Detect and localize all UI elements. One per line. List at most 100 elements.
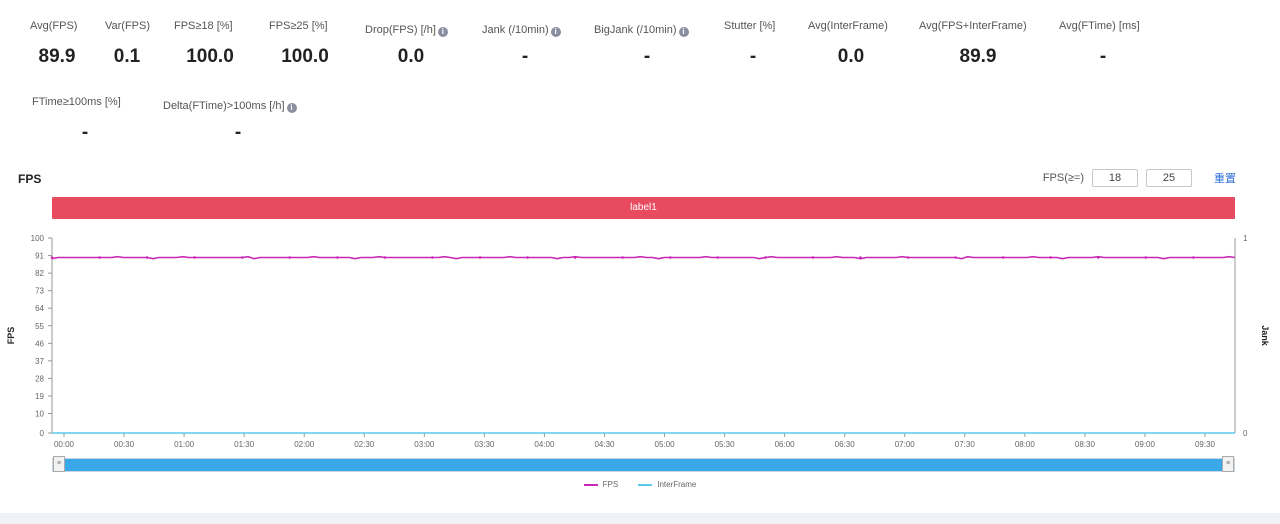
x-tick-label: 06:00: [775, 440, 796, 449]
stat-label: Var(FPS): [105, 20, 151, 32]
series-fps-point: [1096, 256, 1100, 259]
row1-stat-10: Avg(FTime) [ms] -: [1059, 20, 1140, 67]
series-fps-point: [859, 256, 862, 259]
x-tick-label: 09:00: [1135, 440, 1156, 449]
y-tick-label: 64: [35, 304, 44, 313]
stat-label: FTime≥100ms [%]: [32, 96, 121, 108]
row1-stat-2: FPS≥18 [%] 100.0: [174, 20, 234, 67]
series-fps-point: [193, 256, 196, 259]
series-fps-line: [51, 255, 1236, 260]
y-tick-label: 37: [35, 357, 44, 366]
y-axis-label: FPS: [6, 327, 16, 345]
series-fps-point: [668, 256, 672, 259]
stats-row-2: FTime≥100ms [%] - Delta(FTime)>100ms [/h] i…: [0, 96, 1280, 156]
series-fps-point: [716, 256, 720, 259]
stat-label: Stutter [%]: [724, 20, 776, 32]
stat-label: FPS≥25 [%]: [269, 20, 328, 32]
series-fps-point: [145, 256, 149, 259]
stat-value: -: [749, 46, 757, 67]
stat-value: -: [81, 122, 89, 143]
x-tick-label: 05:00: [655, 440, 676, 449]
row2-stat-0: FTime≥100ms [%] -: [32, 96, 121, 143]
row1-stat-5: Jank (/10min) i -: [482, 20, 561, 67]
series-fps-point: [954, 256, 957, 259]
legend-item-fps[interactable]: FPS: [583, 480, 619, 489]
legend-swatch-fps: [583, 483, 598, 486]
stat-value: 89.9: [38, 46, 76, 67]
x-tick-label: 05:30: [715, 440, 736, 449]
row1-stat-6: BigJank (/10min) i -: [594, 20, 689, 67]
series-fps-point: [764, 256, 767, 259]
series-fps-point: [288, 256, 292, 259]
x-tick-label: 06:30: [835, 440, 856, 449]
legend-swatch-interframe: [638, 483, 653, 486]
y-tick-label: 0: [40, 429, 45, 438]
stat-label: Drop(FPS) [/h]: [365, 24, 436, 36]
info-icon[interactable]: i: [286, 103, 297, 113]
footer-band: [0, 513, 1280, 524]
x-tick-label: 01:00: [174, 440, 195, 449]
series-fps-point: [98, 256, 101, 259]
x-tick-label: 02:30: [354, 440, 375, 449]
stat-label: Avg(FPS): [30, 20, 78, 32]
label-bar[interactable]: label1: [52, 197, 1235, 219]
series-fps-point: [240, 256, 244, 259]
zoom-slider-left-handle[interactable]: ≡: [53, 456, 65, 472]
stat-value: -: [521, 46, 529, 67]
legend-label-interframe: InterFrame: [657, 480, 697, 489]
x-tick-label: 03:30: [474, 440, 495, 449]
chart-legend: FPS InterFrame: [0, 480, 1280, 489]
series-fps-point: [573, 256, 577, 259]
x-tick-label: 04:00: [534, 440, 555, 449]
info-icon[interactable]: i: [550, 27, 561, 37]
threshold-input-2[interactable]: [1146, 169, 1192, 187]
zoom-slider[interactable]: [52, 458, 1235, 472]
reset-link[interactable]: 重置: [1214, 170, 1236, 186]
info-icon[interactable]: i: [678, 27, 689, 37]
series-fps-point: [621, 256, 624, 259]
y-tick-label: 91: [35, 252, 44, 261]
stat-label: Delta(FTime)>100ms [/h]: [163, 100, 285, 112]
series-fps-point: [906, 256, 910, 259]
x-tick-label: 00:00: [54, 440, 75, 449]
stat-value: 0.1: [113, 46, 141, 67]
y-tick-label: 82: [35, 269, 44, 278]
legend-item-interframe[interactable]: InterFrame: [638, 480, 696, 489]
x-tick-label: 08:30: [1075, 440, 1096, 449]
y-tick-label: 10: [35, 410, 44, 419]
series-fps-point: [811, 256, 815, 259]
zoom-slider-right-handle[interactable]: ≡: [1222, 456, 1234, 472]
x-tick-label: 00:30: [114, 440, 135, 449]
x-tick-label: 02:00: [294, 440, 315, 449]
stat-value: 0.0: [397, 46, 425, 67]
row1-stat-4: Drop(FPS) [/h] i 0.0: [365, 20, 448, 67]
x-tick-label: 03:00: [414, 440, 435, 449]
x-tick-label: 07:00: [895, 440, 916, 449]
stat-value: 100.0: [281, 46, 329, 67]
row1-stat-0: Avg(FPS) 89.9: [30, 20, 78, 67]
x-tick-label: 07:30: [955, 440, 976, 449]
stat-label: Avg(FTime) [ms]: [1059, 20, 1140, 32]
threshold-label: FPS(≥=): [1042, 172, 1084, 184]
series-fps-point: [50, 256, 54, 259]
series-fps-point: [478, 256, 482, 259]
stats-row-1: Avg(FPS) 89.9 Var(FPS) 0.1 FPS≥18 [%] 100.0 FP…: [0, 20, 1280, 80]
legend-label-fps: FPS: [602, 480, 619, 489]
row1-stat-8: Avg(InterFrame) 0.0: [808, 20, 888, 67]
series-fps-point: [1049, 256, 1053, 259]
threshold-input-1[interactable]: [1092, 169, 1138, 187]
y-tick-label: 73: [35, 287, 44, 296]
y2-tick-label: 1: [1243, 234, 1248, 243]
stat-value: -: [1099, 46, 1107, 67]
y2-axis-label: Jank: [1260, 325, 1270, 347]
y2-tick-label: 0: [1243, 429, 1248, 438]
y-tick-label: 46: [35, 339, 44, 348]
row1-stat-3: FPS≥25 [%] 100.0: [269, 20, 329, 67]
info-icon[interactable]: i: [437, 27, 448, 37]
stat-label: BigJank (/10min): [594, 24, 677, 36]
series-fps-point: [431, 256, 434, 259]
row1-stat-9: Avg(FPS+InterFrame) 89.9: [919, 20, 1027, 67]
stat-value: -: [234, 122, 242, 143]
stat-value: 89.9: [959, 46, 997, 67]
stat-value: 100.0: [186, 46, 234, 67]
